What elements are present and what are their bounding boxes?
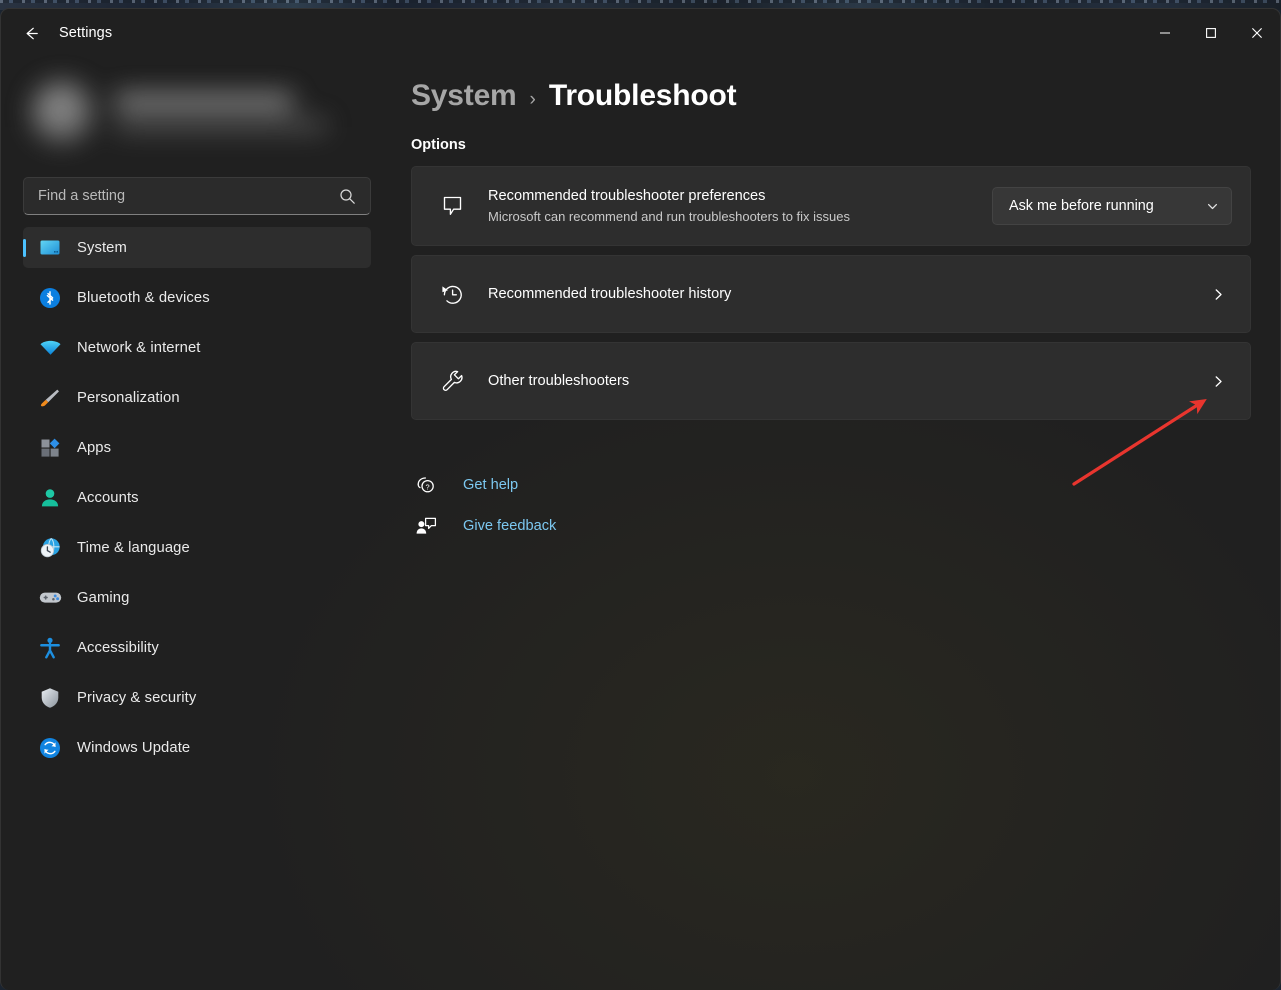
link-label: Get help <box>463 477 519 493</box>
clock-globe-icon <box>37 535 63 561</box>
give-feedback-link[interactable]: Give feedback <box>411 509 556 543</box>
section-header-options: Options <box>411 137 466 153</box>
close-button[interactable] <box>1234 17 1280 49</box>
sidebar: System Bluetooth & devices <box>1 57 397 990</box>
back-button[interactable] <box>13 17 49 49</box>
recommended-preferences-dropdown[interactable]: Ask me before running <box>992 187 1232 225</box>
minimize-icon <box>1160 32 1170 34</box>
bluetooth-icon <box>37 285 63 311</box>
sidebar-item-label: Accounts <box>77 489 139 506</box>
sidebar-item-privacy-security[interactable]: Privacy & security <box>23 677 371 718</box>
breadcrumb-root-system[interactable]: System <box>411 79 517 113</box>
user-name-blurred <box>115 93 293 110</box>
sidebar-item-label: Windows Update <box>77 739 191 756</box>
breadcrumb: System › Troubleshoot <box>411 79 1251 113</box>
search-box[interactable] <box>23 177 371 215</box>
sidebar-nav: System Bluetooth & devices Network & int… <box>1 227 397 768</box>
chevron-down-icon <box>1206 200 1219 213</box>
sidebar-item-accessibility[interactable]: Accessibility <box>23 627 371 668</box>
get-help-link[interactable]: ? Get help <box>411 468 518 502</box>
card-title: Recommended troubleshooter history <box>488 286 732 302</box>
card-recommended-troubleshooter-preferences[interactable]: Recommended troubleshooter preferences M… <box>411 166 1251 246</box>
help-question-icon: ? <box>411 473 441 497</box>
close-icon <box>1251 27 1263 39</box>
sidebar-item-gaming[interactable]: Gaming <box>23 577 371 618</box>
shield-icon <box>37 685 63 711</box>
maximize-icon <box>1206 28 1216 38</box>
paintbrush-icon <box>37 385 63 411</box>
accessibility-icon <box>37 635 63 661</box>
minimize-button[interactable] <box>1142 17 1188 49</box>
card-other-troubleshooters[interactable]: Other troubleshooters <box>411 342 1251 420</box>
user-email-blurred <box>115 119 327 132</box>
back-arrow-icon <box>26 27 38 39</box>
sidebar-item-personalization[interactable]: Personalization <box>23 377 371 418</box>
dropdown-selected-value: Ask me before running <box>1009 198 1154 214</box>
sidebar-item-windows-update[interactable]: Windows Update <box>23 727 371 768</box>
avatar <box>31 81 93 143</box>
card-text: Recommended troubleshooter history <box>488 284 1211 304</box>
wrench-icon <box>432 367 472 395</box>
card-recommended-troubleshooter-history[interactable]: Recommended troubleshooter history <box>411 255 1251 333</box>
card-text: Other troubleshooters <box>488 371 1211 391</box>
link-label: Give feedback <box>463 518 557 534</box>
history-clock-icon <box>432 280 472 309</box>
apps-grid-icon <box>37 435 63 461</box>
search-icon <box>339 188 356 205</box>
chat-bubble-icon <box>432 193 472 220</box>
sidebar-item-time-language[interactable]: Time & language <box>23 527 371 568</box>
sidebar-item-accounts[interactable]: Accounts <box>23 477 371 518</box>
sidebar-item-label: Privacy & security <box>77 689 197 706</box>
window-controls <box>1142 9 1280 57</box>
sidebar-item-network-internet[interactable]: Network & internet <box>23 327 371 368</box>
app-title: Settings <box>59 25 113 41</box>
feedback-person-icon <box>411 514 441 538</box>
options-card-list: Recommended troubleshooter preferences M… <box>411 166 1251 420</box>
sidebar-item-label: System <box>77 239 127 256</box>
maximize-button[interactable] <box>1188 17 1234 49</box>
settings-window: Settings Find a setting System Bluetooth… <box>0 8 1281 990</box>
sidebar-item-label: Apps <box>77 439 112 456</box>
page-title: Troubleshoot <box>548 79 737 112</box>
sidebar-item-label: Time & language <box>77 539 190 556</box>
selection-indicator <box>23 238 26 257</box>
search-input[interactable] <box>24 188 339 204</box>
main-content: System › Troubleshoot Options Recommende… <box>397 57 1280 990</box>
sidebar-item-apps[interactable]: Apps <box>23 427 371 468</box>
gamepad-icon <box>37 585 63 611</box>
help-links: ? Get help Give feedback <box>411 468 1251 543</box>
chevron-right-icon[interactable] <box>1211 287 1226 302</box>
wifi-icon <box>37 335 63 361</box>
sidebar-item-label: Network & internet <box>77 339 201 356</box>
svg-text:?: ? <box>426 482 430 491</box>
card-title: Other troubleshooters <box>488 373 630 389</box>
user-profile-blurred[interactable] <box>23 67 363 163</box>
sidebar-item-label: Personalization <box>77 389 180 406</box>
monitor-icon <box>37 235 63 261</box>
title-bar: Settings <box>1 9 1280 57</box>
sidebar-item-label: Accessibility <box>77 639 159 656</box>
card-title: Recommended troubleshooter preferences <box>488 188 766 204</box>
sidebar-item-bluetooth-devices[interactable]: Bluetooth & devices <box>23 277 371 318</box>
card-subtitle: Microsoft can recommend and run troubles… <box>488 209 851 224</box>
breadcrumb-separator-icon: › <box>529 89 536 110</box>
sidebar-item-label: Gaming <box>77 589 130 606</box>
chevron-right-icon[interactable] <box>1211 374 1226 389</box>
sidebar-item-label: Bluetooth & devices <box>77 289 210 306</box>
card-text: Recommended troubleshooter preferences M… <box>488 186 992 226</box>
update-refresh-icon <box>37 735 63 761</box>
sidebar-item-system[interactable]: System <box>23 227 371 268</box>
person-icon <box>37 485 63 511</box>
